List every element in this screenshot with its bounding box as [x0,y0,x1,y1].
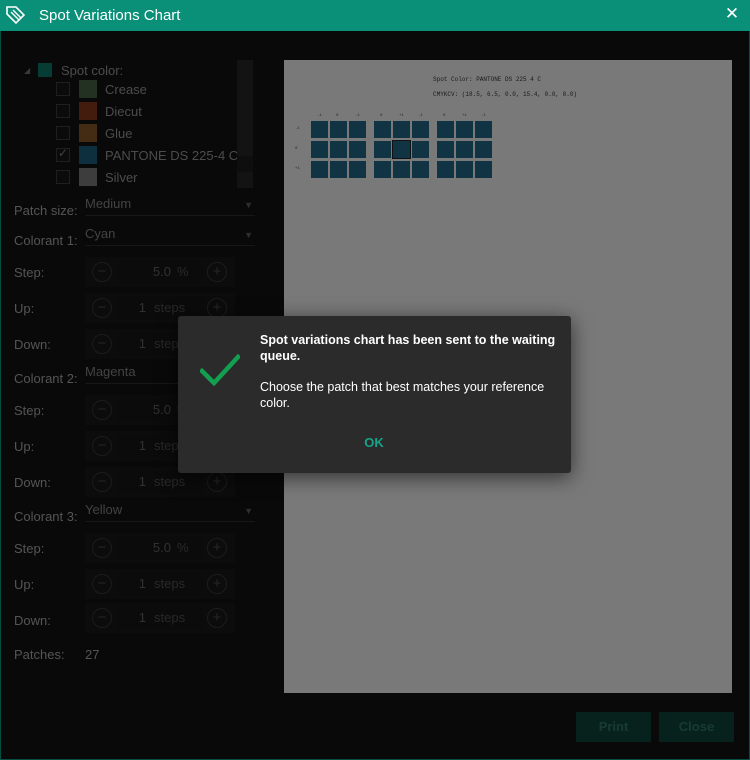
checkmark-icon [200,354,240,386]
app-logo-icon [6,6,26,25]
close-icon[interactable]: ✕ [723,5,741,23]
confirmation-dialog: Spot variations chart has been sent to t… [178,316,571,473]
dialog-message-secondary: Choose the patch that best matches your … [260,380,545,410]
dialog-message-primary: Spot variations chart has been sent to t… [260,333,556,363]
title-bar: Spot Variations Chart ✕ [0,0,750,31]
ok-button[interactable]: OK [356,433,392,453]
window-title: Spot Variations Chart [39,7,181,24]
